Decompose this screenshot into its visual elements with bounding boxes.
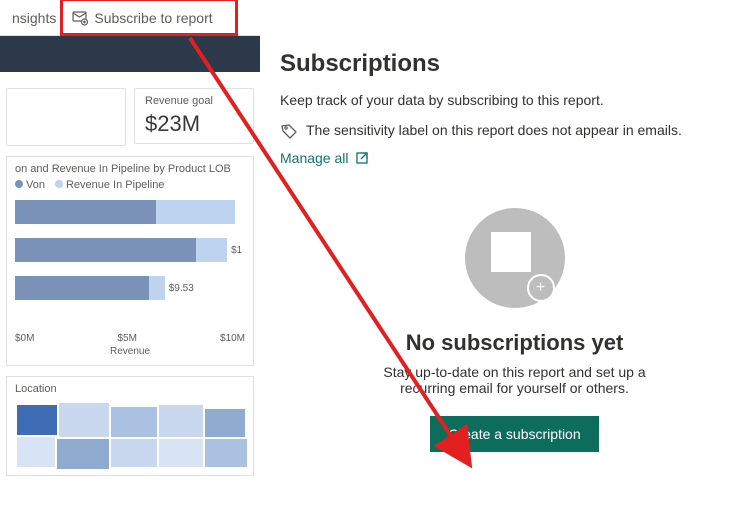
bar-segment-a bbox=[15, 276, 149, 300]
manage-all-link[interactable]: Manage all bbox=[280, 150, 369, 166]
map-title: Location bbox=[15, 383, 245, 395]
x-axis-label: Revenue bbox=[15, 346, 245, 357]
chart-title: on and Revenue In Pipeline by Product LO… bbox=[15, 163, 245, 175]
map-card[interactable]: Location bbox=[6, 376, 254, 476]
empty-state-icon bbox=[465, 208, 565, 308]
chart-bars: $1 $9.53 bbox=[15, 199, 245, 329]
bar-row bbox=[15, 199, 245, 225]
bar-segment-b bbox=[196, 238, 227, 262]
kpi-label: Revenue goal bbox=[145, 95, 243, 107]
report-toolbar: nsights Subscribe to report bbox=[0, 0, 260, 36]
choropleth-map bbox=[15, 395, 254, 475]
insights-button[interactable]: nsights bbox=[4, 6, 64, 30]
sensitivity-info: The sensitivity label on this report doe… bbox=[280, 122, 749, 140]
open-external-icon bbox=[355, 151, 369, 165]
panel-title: Subscriptions bbox=[280, 50, 749, 78]
legend-swatch-a bbox=[15, 180, 23, 188]
insights-label: nsights bbox=[12, 10, 56, 26]
subscribe-to-report-button[interactable]: Subscribe to report bbox=[64, 6, 220, 30]
bar-segment-a bbox=[15, 238, 196, 262]
bar-row: $9.53 bbox=[15, 275, 245, 301]
sensitivity-text: The sensitivity label on this report doe… bbox=[306, 122, 682, 138]
subscriptions-panel: Subscriptions Keep track of your data by… bbox=[260, 0, 753, 520]
x-tick: $5M bbox=[117, 333, 136, 344]
legend-swatch-b bbox=[55, 180, 63, 188]
create-subscription-button[interactable]: Create a subscription bbox=[430, 416, 598, 452]
bar-segment-b bbox=[156, 200, 235, 224]
bar-value-label: $1 bbox=[231, 245, 242, 256]
chart-legend: Von Revenue In Pipeline bbox=[15, 179, 245, 191]
empty-state-title: No subscriptions yet bbox=[406, 330, 624, 356]
kpi-card-revenue-goal[interactable]: Revenue goal $23M bbox=[134, 88, 254, 144]
tag-icon bbox=[280, 122, 298, 140]
empty-state: No subscriptions yet Stay up-to-date on … bbox=[280, 208, 749, 452]
manage-all-label: Manage all bbox=[280, 150, 349, 166]
legend-label-a: Von bbox=[26, 179, 45, 191]
bar-value-label: $9.53 bbox=[169, 283, 194, 294]
bar-segment-b bbox=[149, 276, 165, 300]
x-tick: $0M bbox=[15, 333, 34, 344]
report-canvas: Revenue goal $23M on and Revenue In Pipe… bbox=[0, 36, 260, 520]
bar-chart-card[interactable]: on and Revenue In Pipeline by Product LO… bbox=[6, 156, 254, 366]
kpi-value: $23M bbox=[145, 111, 243, 137]
chart-x-axis: $0M $5M $10M bbox=[15, 333, 245, 344]
subscribe-label: Subscribe to report bbox=[94, 10, 212, 26]
panel-subtitle: Keep track of your data by subscribing t… bbox=[280, 92, 749, 108]
bar-segment-a bbox=[15, 200, 156, 224]
kpi-card-blank[interactable] bbox=[6, 88, 126, 146]
subscribe-icon bbox=[72, 10, 88, 26]
legend-label-b: Revenue In Pipeline bbox=[66, 179, 164, 191]
create-subscription-label: Create a subscription bbox=[448, 426, 580, 442]
report-header-strip bbox=[0, 36, 260, 72]
x-tick: $10M bbox=[220, 333, 245, 344]
bar-row: $1 bbox=[15, 237, 245, 263]
empty-state-body: Stay up-to-date on this report and set u… bbox=[355, 364, 675, 396]
kpi-cards-row: Revenue goal $23M bbox=[0, 72, 260, 156]
